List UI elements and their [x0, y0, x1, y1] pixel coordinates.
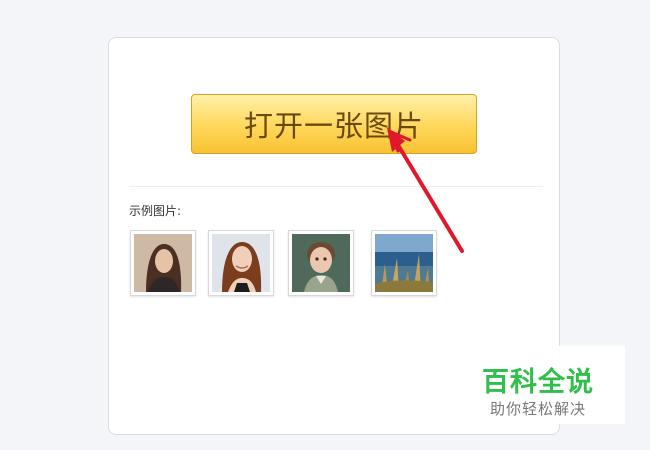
watermark-title: 百科全说 — [482, 367, 594, 398]
open-image-button[interactable]: 打开一张图片 — [191, 94, 477, 154]
sample-image-1[interactable] — [130, 230, 196, 296]
watermark-subtitle: 助你轻松解决 — [490, 400, 587, 418]
portrait-child-icon — [292, 234, 350, 292]
watermark-logo: 百科全说 助你轻松解决 — [472, 346, 625, 424]
sample-image-3[interactable] — [288, 230, 354, 296]
divider — [129, 186, 543, 187]
portrait-girl-icon — [134, 234, 192, 292]
portrait-woman-icon — [212, 234, 270, 292]
sample-image-4[interactable] — [371, 230, 437, 296]
samples-label: 示例图片: — [129, 204, 182, 218]
landscape-grass-icon — [375, 234, 433, 292]
sample-image-2[interactable] — [208, 230, 274, 296]
